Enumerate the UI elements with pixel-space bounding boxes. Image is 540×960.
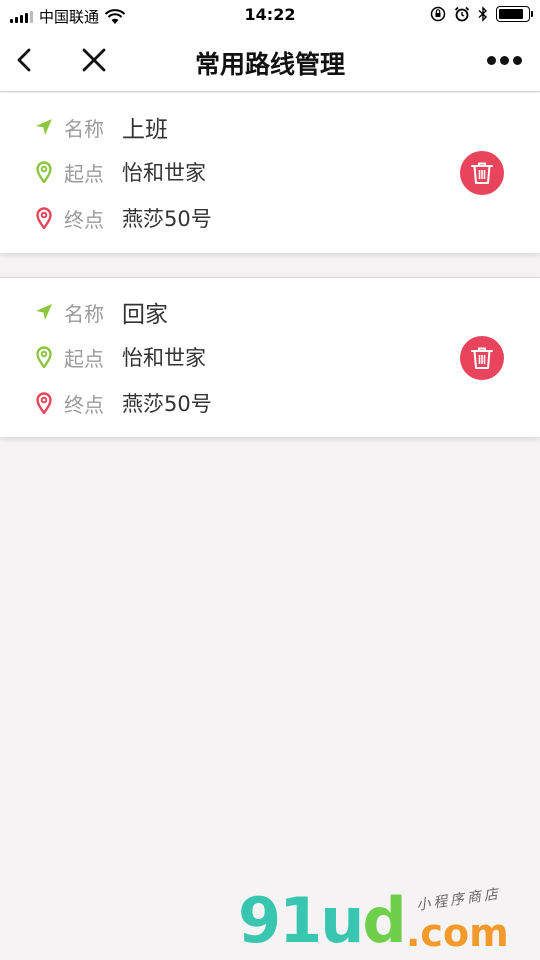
route-start-row: 起点 怡和世家 [34, 340, 206, 374]
name-label: 名称 [64, 116, 104, 141]
alarm-icon [454, 6, 470, 22]
route-card: 名称 上班 起点 怡和世家 终点 燕莎50号 [0, 93, 540, 253]
route-end: 燕莎50号 [122, 207, 212, 231]
status-right [430, 6, 533, 22]
more-icon[interactable] [487, 56, 522, 65]
watermark-com: .com [406, 911, 509, 955]
orientation-lock-icon [430, 6, 446, 22]
watermark-main-b: d [362, 884, 406, 957]
route-end-row: 终点 燕莎50号 [34, 386, 212, 420]
end-label: 终点 [64, 207, 104, 232]
trash-icon [471, 347, 493, 369]
watermark-main-a: 91u [238, 884, 364, 957]
navigation-arrow-icon [34, 115, 54, 139]
location-pin-icon [34, 345, 54, 369]
delete-route-button[interactable] [460, 151, 504, 195]
location-pin-icon [34, 160, 54, 184]
trash-icon [471, 162, 493, 184]
route-start: 怡和世家 [122, 161, 206, 185]
route-name-row: 名称 回家 [34, 295, 168, 329]
start-label: 起点 [64, 346, 104, 371]
name-label: 名称 [64, 301, 104, 326]
nav-bar: 常用路线管理 [0, 30, 540, 92]
route-name-row: 名称 上班 [34, 110, 168, 144]
watermark-logo: 91ud 小程序商店 .com [238, 885, 528, 957]
location-pin-icon [34, 206, 54, 230]
route-end: 燕莎50号 [122, 392, 212, 416]
route-start: 怡和世家 [122, 346, 206, 370]
delete-route-button[interactable] [460, 336, 504, 380]
start-label: 起点 [64, 161, 104, 186]
route-end-row: 终点 燕莎50号 [34, 201, 212, 235]
navigation-arrow-icon [34, 300, 54, 324]
route-card: 名称 回家 起点 怡和世家 终点 燕莎50号 [0, 277, 540, 437]
bluetooth-icon [478, 6, 488, 22]
location-pin-icon [34, 391, 54, 415]
end-label: 终点 [64, 392, 104, 417]
watermark-main: 91ud [238, 884, 407, 957]
battery-icon [496, 6, 533, 22]
route-start-row: 起点 怡和世家 [34, 155, 206, 189]
routes-list: 名称 上班 起点 怡和世家 终点 燕莎50号 名称 回家 起点 怡和世家 终点 … [0, 93, 540, 461]
route-name: 上班 [122, 117, 168, 143]
route-name: 回家 [122, 302, 168, 328]
status-bar: 中国联通 14:22 [0, 0, 540, 30]
page-title: 常用路线管理 [194, 50, 345, 79]
